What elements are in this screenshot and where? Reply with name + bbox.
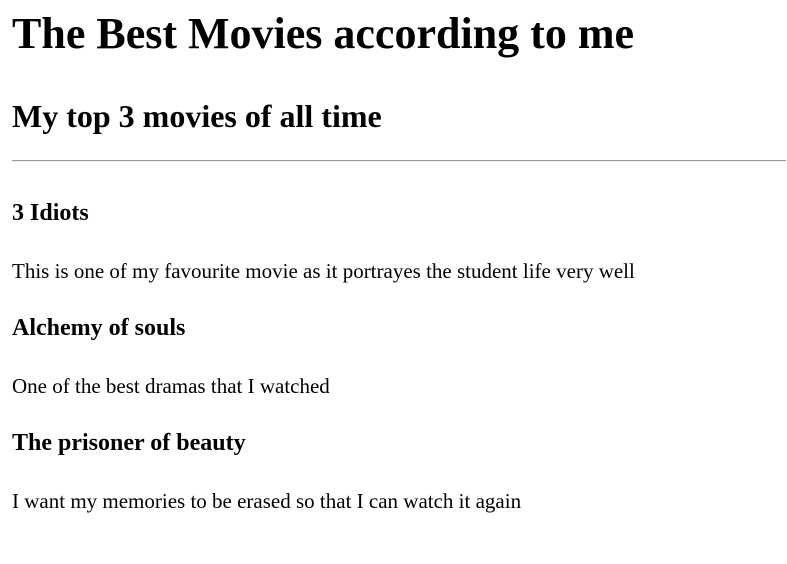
movie-title: 3 Idiots: [12, 200, 89, 226]
movie-title: The prisoner of beauty: [12, 430, 246, 456]
movie-description: This is one of my favourite movie as it …: [12, 259, 635, 283]
divider: [12, 160, 786, 162]
movie-description: I want my memories to be erased so that …: [12, 489, 522, 513]
page-title: The Best Movies according to me: [12, 9, 634, 58]
movie-title: Alchemy of souls: [12, 315, 186, 341]
page-subtitle: My top 3 movies of all time: [12, 98, 382, 134]
movie-description: One of the best dramas that I watched: [12, 374, 330, 398]
